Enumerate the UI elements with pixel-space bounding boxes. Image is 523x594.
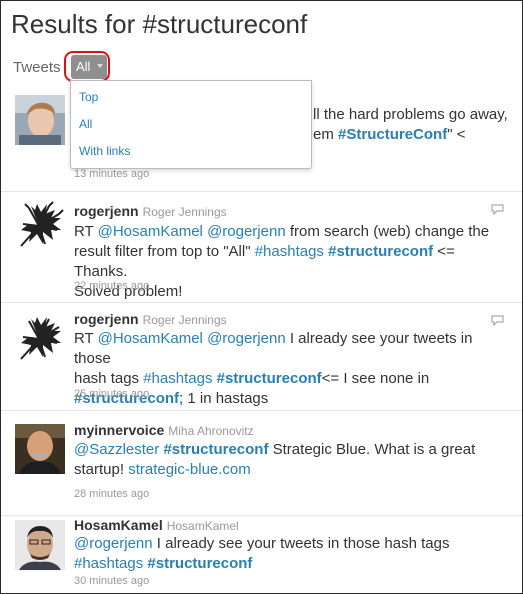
avatar[interactable] bbox=[15, 424, 65, 474]
tweet-item: HosamKamel HosamKamel @rogerjenn I alread… bbox=[1, 516, 522, 593]
tweet-username[interactable]: rogerjenn Roger Jennings bbox=[74, 203, 227, 219]
tweet-fullname: Miha Ahronovitz bbox=[168, 424, 254, 438]
hashtag-link[interactable]: #hashtags bbox=[143, 370, 212, 387]
caret-down-icon bbox=[97, 64, 103, 68]
tweet-fullname: HosamKamel bbox=[166, 519, 239, 533]
tweet-username[interactable]: HosamKamel HosamKamel bbox=[74, 517, 239, 533]
hashtag-link[interactable]: #StructureConf bbox=[338, 126, 447, 143]
filter-option-top[interactable]: Top bbox=[79, 90, 98, 104]
filter-label: Tweets bbox=[13, 59, 61, 76]
tweet-item: rogerjenn Roger Jennings RT @HosamKamel @… bbox=[1, 192, 522, 303]
mention-link[interactable]: @rogerjenn bbox=[207, 330, 286, 347]
tweet-text: @Sazzlester #structureconf Strategic Blu… bbox=[74, 441, 476, 478]
avatar[interactable] bbox=[15, 200, 65, 250]
tweet-timestamp[interactable]: 30 minutes ago bbox=[74, 575, 149, 587]
search-results-window: Results for #structureconf Tweets All To… bbox=[0, 0, 523, 594]
mention-link[interactable]: @Sazzlester bbox=[74, 441, 159, 458]
tweet-item: myinnervoice Miha Ahronovitz @Sazzlester … bbox=[1, 411, 522, 516]
hashtag-link[interactable]: #structureconf bbox=[217, 370, 322, 387]
tweet-timestamp[interactable]: 28 minutes ago bbox=[74, 488, 149, 500]
url-link[interactable]: strategic-blue.com bbox=[128, 461, 251, 478]
filter-dropdown-button[interactable]: All bbox=[71, 55, 107, 79]
reply-icon[interactable] bbox=[491, 204, 504, 215]
tweet-username[interactable]: myinnervoice Miha Ahronovitz bbox=[74, 422, 254, 438]
mention-link[interactable]: @HosamKamel bbox=[98, 223, 203, 240]
avatar[interactable] bbox=[15, 520, 65, 570]
tweet-timestamp[interactable]: 25 minutes ago bbox=[74, 388, 149, 400]
filter-option-with-links[interactable]: With links bbox=[79, 144, 130, 158]
hashtag-link[interactable]: #hashtags bbox=[74, 555, 143, 572]
tweet-fullname: Roger Jennings bbox=[142, 313, 227, 327]
tweet-timestamp[interactable]: 22 minutes ago bbox=[74, 280, 149, 292]
page-title: Results for #structureconf bbox=[11, 9, 308, 39]
hashtag-link[interactable]: #structureconf bbox=[147, 555, 252, 572]
mention-link[interactable]: @HosamKamel bbox=[98, 330, 203, 347]
mention-link[interactable]: @rogerjenn bbox=[207, 223, 286, 240]
avatar[interactable] bbox=[15, 313, 65, 363]
hashtag-link[interactable]: #hashtags bbox=[255, 243, 324, 260]
hashtag-link[interactable]: #structureconf bbox=[163, 441, 268, 458]
avatar[interactable] bbox=[15, 95, 65, 145]
tweet-text: ll the hard problems go away, em #Struct… bbox=[313, 106, 508, 143]
tweet-username[interactable]: rogerjenn Roger Jennings bbox=[74, 311, 227, 327]
tweet-item: rogerjenn Roger Jennings RT @HosamKamel @… bbox=[1, 303, 522, 411]
tweet-text: @rogerjenn I already see your tweets in … bbox=[74, 535, 450, 572]
filter-dropdown-menu: Top All With links bbox=[70, 80, 312, 169]
hashtag-link[interactable]: #structureconf bbox=[328, 243, 433, 260]
filter-option-all[interactable]: All bbox=[79, 117, 92, 131]
mention-link[interactable]: @rogerjenn bbox=[74, 535, 153, 552]
tweet-timestamp[interactable]: 13 minutes ago bbox=[74, 168, 149, 180]
filter-selected-value: All bbox=[76, 59, 91, 74]
tweet-fullname: Roger Jennings bbox=[142, 205, 227, 219]
reply-icon[interactable] bbox=[491, 315, 504, 326]
